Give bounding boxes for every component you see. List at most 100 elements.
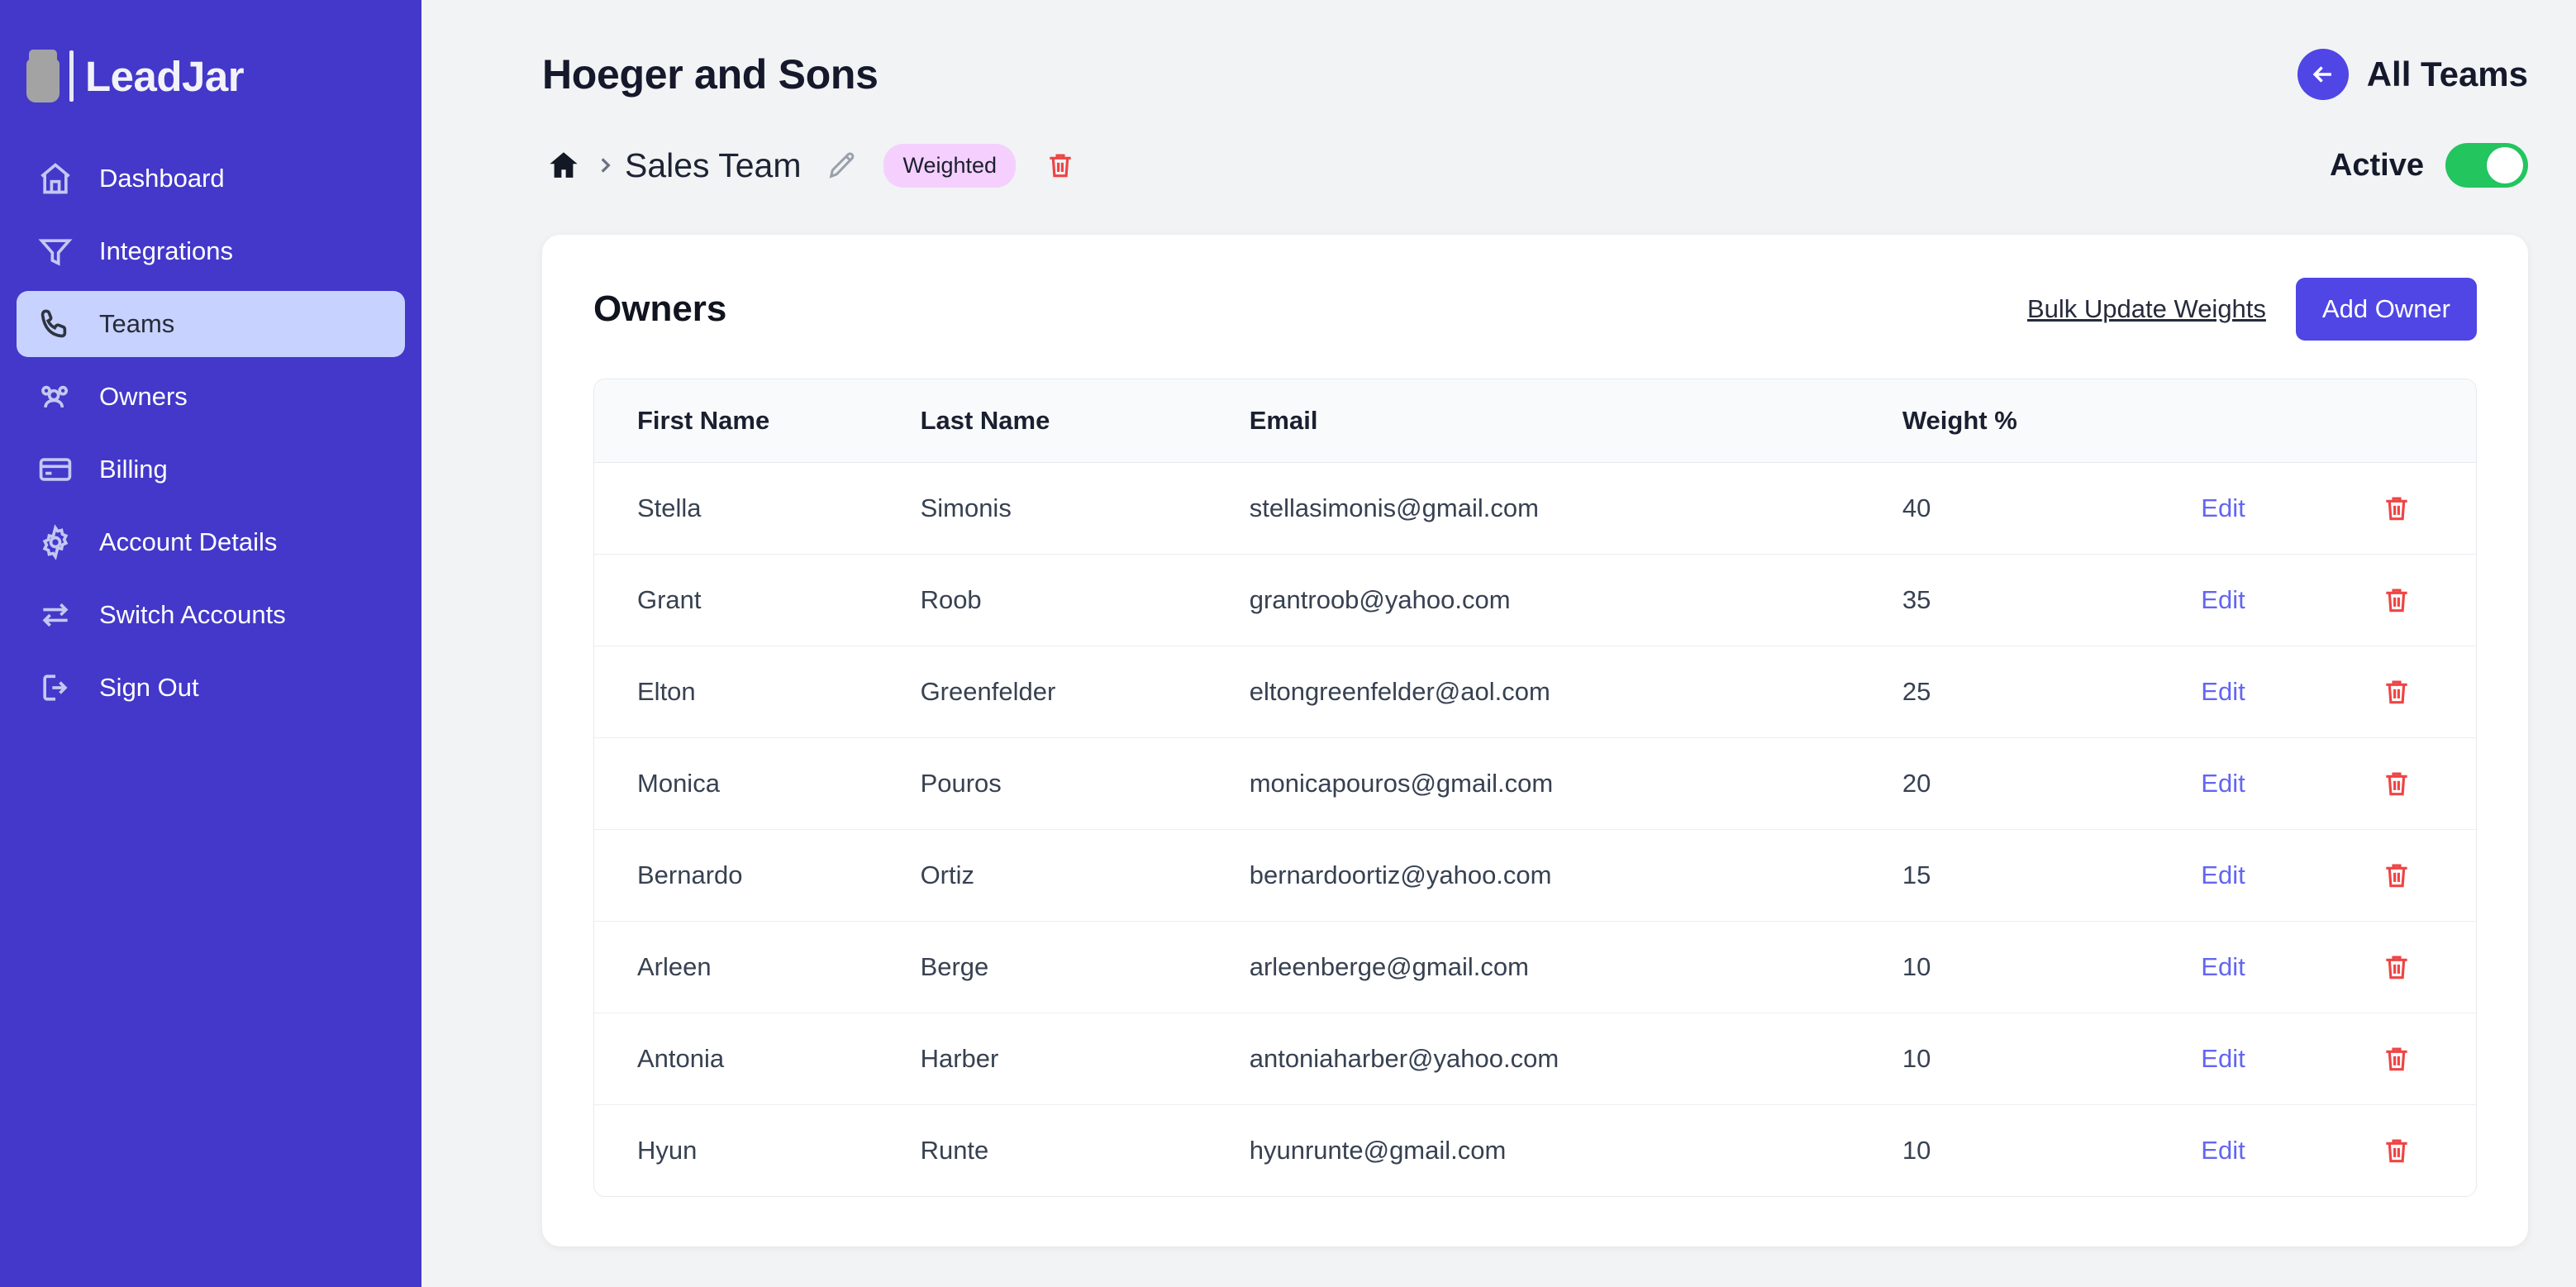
sidebar-item-sign-out[interactable]: Sign Out: [17, 655, 405, 721]
sidebar-item-account-details[interactable]: Account Details: [17, 509, 405, 575]
column-header-email: Email: [1249, 379, 1902, 463]
cell-first-name: Elton: [594, 646, 921, 738]
weighted-badge: Weighted: [883, 143, 1017, 188]
sidebar-item-teams[interactable]: Teams: [17, 291, 405, 357]
cell-weight: 10: [1902, 1013, 2202, 1105]
cell-email: antoniaharber@yahoo.com: [1249, 1013, 1902, 1105]
cell-last-name: Greenfelder: [920, 646, 1250, 738]
owners-card-actions: Bulk Update Weights Add Owner: [2027, 278, 2477, 341]
active-label: Active: [2329, 147, 2424, 183]
table-row: Monica Pouros monicapouros@gmail.com 20 Edit: [594, 737, 2476, 830]
cell-weight: 15: [1902, 829, 2202, 922]
sidebar-item-owners[interactable]: Owners: [17, 364, 405, 430]
cell-email: stellasimonis@gmail.com: [1249, 462, 1902, 555]
sidebar-item-dashboard[interactable]: Dashboard: [17, 145, 405, 212]
logout-icon: [35, 667, 76, 708]
edit-link[interactable]: Edit: [2201, 1044, 2245, 1073]
table-header-row: First Name Last Name Email Weight %: [594, 379, 2476, 463]
jar-icon: [25, 50, 61, 102]
active-toggle[interactable]: [2445, 143, 2528, 188]
trash-icon[interactable]: [2381, 676, 2476, 708]
sidebar-item-billing[interactable]: Billing: [17, 436, 405, 503]
pencil-icon[interactable]: [822, 145, 862, 185]
owners-title: Owners: [593, 288, 727, 329]
cell-weight: 35: [1902, 554, 2202, 646]
arrow-left-icon: [2297, 49, 2349, 100]
edit-link[interactable]: Edit: [2201, 493, 2245, 522]
owners-card-header: Owners Bulk Update Weights Add Owner: [593, 278, 2477, 341]
cell-email: eltongreenfelder@aol.com: [1249, 646, 1902, 738]
breadcrumb-row: Sales Team Weighted Active: [542, 126, 2528, 205]
cell-last-name: Simonis: [920, 462, 1250, 555]
sidebar-item-label: Sign Out: [99, 673, 199, 702]
bulk-update-weights-link[interactable]: Bulk Update Weights: [2027, 294, 2266, 324]
brand-logo[interactable]: LeadJar: [0, 38, 421, 114]
owners-table-head: First Name Last Name Email Weight %: [594, 379, 2476, 463]
table-row: Grant Roob grantroob@yahoo.com 35 Edit: [594, 554, 2476, 646]
trash-icon[interactable]: [1040, 145, 1080, 185]
gear-icon: [35, 522, 76, 563]
cell-first-name: Antonia: [594, 1013, 921, 1105]
all-teams-label: All Teams: [2366, 55, 2528, 93]
brand-divider: [69, 50, 74, 102]
cell-weight: 10: [1902, 921, 2202, 1013]
column-header-weight: Weight %: [1902, 379, 2202, 463]
phone-icon: [35, 303, 76, 345]
trash-icon[interactable]: [2381, 584, 2476, 616]
edit-link[interactable]: Edit: [2201, 860, 2245, 889]
cell-first-name: Grant: [594, 554, 921, 646]
cell-email: hyunrunte@gmail.com: [1249, 1136, 1507, 1165]
owners-card: Owners Bulk Update Weights Add Owner Fir…: [542, 235, 2528, 1246]
column-header-last-name: Last Name: [920, 379, 1250, 463]
add-owner-button[interactable]: Add Owner: [2295, 278, 2477, 341]
edit-link[interactable]: Edit: [2201, 585, 2245, 614]
sidebar-item-switch-accounts[interactable]: Switch Accounts: [17, 582, 405, 648]
cell-last-name: Harber: [920, 1013, 1250, 1105]
credit-card-icon: [35, 449, 76, 490]
trash-icon[interactable]: [2381, 493, 2476, 524]
trash-icon[interactable]: [2381, 860, 2476, 891]
swap-arrows-icon: [35, 594, 76, 636]
page-header: Hoeger and Sons All Teams: [542, 0, 2528, 126]
owners-table-body: Stella Simonis stellasimonis@gmail.com 40 Ed…: [594, 462, 2476, 1197]
table-row: Antonia Harber antoniaharber@yahoo.com 10 Ed…: [594, 1013, 2476, 1105]
page-title: Hoeger and Sons: [542, 51, 879, 98]
edit-link[interactable]: Edit: [2201, 677, 2245, 706]
cell-last-name: Runte: [920, 1136, 989, 1165]
edit-link[interactable]: Edit: [2201, 769, 2245, 798]
cell-weight: 25: [1902, 646, 2202, 738]
cell-email: grantroob@yahoo.com: [1249, 554, 1902, 646]
home-filled-icon[interactable]: [542, 144, 585, 187]
home-icon: [35, 158, 76, 199]
sidebar-item-integrations[interactable]: Integrations: [17, 218, 405, 284]
cell-last-name: Ortiz: [920, 829, 1250, 922]
edit-link[interactable]: Edit: [2201, 1136, 2245, 1165]
brand-name: LeadJar: [85, 52, 245, 100]
trash-icon[interactable]: [2381, 951, 2476, 983]
users-icon: [35, 376, 76, 417]
sidebar-item-label: Account Details: [99, 527, 278, 556]
trash-icon[interactable]: [2381, 1135, 2476, 1166]
all-teams-button[interactable]: All Teams: [2297, 49, 2528, 100]
trash-icon[interactable]: [2381, 768, 2476, 799]
cell-first-name: Stella: [594, 462, 921, 555]
trash-icon[interactable]: [2381, 1043, 2476, 1075]
breadcrumb-team-name: Sales Team: [625, 145, 802, 184]
edit-link[interactable]: Edit: [2201, 952, 2245, 981]
cell-email: monicapouros@gmail.com: [1249, 737, 1902, 830]
sidebar: LeadJar Dashboard Integrations Teams Own…: [0, 0, 421, 1287]
funnel-icon: [35, 231, 76, 272]
cell-first-name: Monica: [594, 737, 921, 830]
table-row: Elton Greenfelder eltongreenfelder@aol.com…: [594, 646, 2476, 738]
column-header-first-name: First Name: [594, 379, 921, 463]
app-root: LeadJar Dashboard Integrations Teams Own…: [0, 0, 2576, 1287]
cell-first-name: Bernardo: [594, 829, 921, 922]
main-content: Hoeger and Sons All Teams Sales Team Wei…: [421, 0, 2576, 1287]
column-header-delete: [2381, 379, 2476, 463]
owners-table-wrapper: First Name Last Name Email Weight % Stel…: [593, 379, 2477, 1197]
table-row: Stella Simonis stellasimonis@gmail.com 40 Ed…: [594, 462, 2476, 555]
cell-weight: 40: [1902, 462, 2202, 555]
active-toggle-group: Active: [2330, 143, 2528, 188]
cell-email: bernardoortiz@yahoo.com: [1249, 829, 1902, 922]
table-row: Hyun Runte hyunrunte@gmail.com 10 Edit: [594, 1105, 2476, 1197]
